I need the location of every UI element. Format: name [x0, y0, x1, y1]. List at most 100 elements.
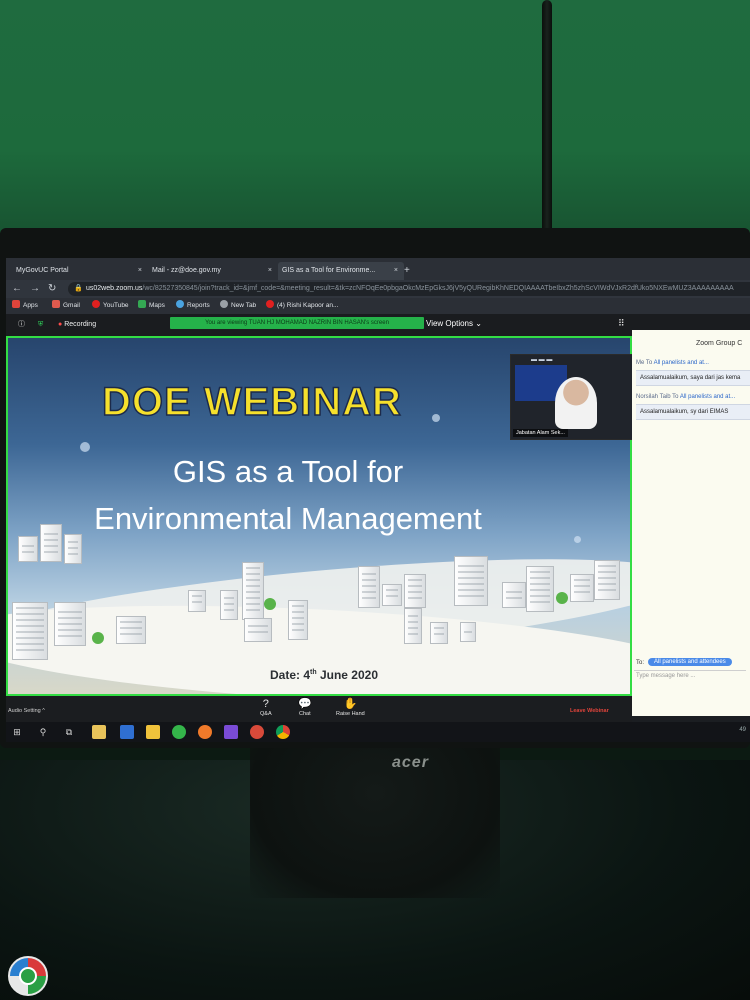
youtube-icon	[92, 300, 100, 308]
fullscreen-icon[interactable]: ⠿	[618, 318, 625, 329]
chrome-icon[interactable]	[276, 725, 290, 739]
tab-mygovuc[interactable]: MyGovUC Portal ×	[12, 262, 148, 280]
close-icon[interactable]: ×	[138, 262, 142, 280]
chat-message-input[interactable]: Type message here ...	[634, 670, 746, 710]
chat-button[interactable]: 💬 Chat	[298, 698, 312, 717]
maps-icon	[138, 300, 146, 308]
slide-date: Date: 4th June 2020	[270, 668, 378, 682]
building	[18, 536, 38, 562]
building	[570, 574, 594, 602]
zoom-controls-bar: Audio Setting ^ ? Q&A 💬 Chat ✋ Raise Han…	[6, 696, 632, 722]
building	[288, 600, 308, 640]
close-icon[interactable]: ×	[394, 262, 398, 280]
tree	[556, 592, 568, 604]
shield-icon[interactable]: ⛨	[38, 320, 43, 330]
qa-button[interactable]: ? Q&A	[260, 698, 272, 717]
app-icon[interactable]	[224, 725, 238, 739]
building	[404, 574, 426, 608]
building	[430, 622, 448, 644]
windows-start-icon[interactable]: ⊞	[10, 725, 24, 739]
chat-message: Assalamualaikum, saya dari jas kema	[636, 370, 750, 386]
building	[404, 608, 422, 644]
chat-panel: Zoom Group C Me To All panelists and at.…	[632, 330, 750, 716]
hand-icon: ✋	[343, 698, 358, 710]
presenter	[555, 377, 597, 429]
building	[358, 566, 380, 608]
building	[12, 602, 48, 660]
recipient-dropdown[interactable]: All panelists and attendees	[648, 658, 732, 666]
system-tray-clock: 49	[739, 727, 746, 733]
tab-label: MyGovUC Portal	[16, 267, 69, 274]
building	[54, 602, 86, 646]
bookmarks-bar: Apps Gmail YouTube Maps Reports New Tab …	[6, 298, 750, 314]
close-icon[interactable]: ×	[268, 262, 272, 280]
light-dot	[80, 442, 90, 452]
apps-icon	[12, 300, 20, 308]
lock-icon: 🔒	[74, 285, 83, 292]
monitor-cable	[542, 0, 552, 250]
bookmark-youtube-video[interactable]: (4) Rishi Kapoor an...	[266, 300, 338, 312]
building	[454, 556, 488, 606]
new-tab-button[interactable]: +	[404, 262, 410, 280]
slide-subtitle-line2: Environmental Management	[94, 501, 482, 536]
qa-icon: ?	[262, 698, 269, 710]
bookmark-new-tab[interactable]: New Tab	[220, 300, 256, 312]
info-icon[interactable]: ⓘ	[18, 320, 25, 330]
folder-icon[interactable]	[146, 725, 160, 739]
monitor-brand: acer	[392, 754, 429, 771]
building	[526, 566, 554, 612]
task-view-icon[interactable]: ⧉	[62, 725, 76, 739]
chat-title: Zoom Group C	[696, 340, 743, 347]
building	[40, 524, 62, 562]
tab-label: Mail - zz@doe.gov.my	[152, 267, 221, 274]
chat-message-header: Me To All panelists and at...	[636, 360, 709, 366]
reports-icon	[176, 300, 184, 308]
bookmark-maps[interactable]: Maps	[138, 300, 165, 312]
chat-icon: 💬	[298, 698, 312, 710]
watermark-logo	[8, 956, 48, 996]
forward-arrow-icon[interactable]: →	[30, 282, 40, 296]
tree	[92, 632, 104, 644]
building	[220, 590, 238, 620]
building	[244, 618, 272, 642]
search-icon[interactable]: ⚲	[36, 725, 50, 739]
raise-hand-button[interactable]: ✋ Raise Hand	[336, 698, 365, 717]
green-wall	[0, 0, 750, 250]
monitor-screen: MyGovUC Portal × Mail - zz@doe.gov.my × …	[6, 258, 750, 742]
app-icon[interactable]	[250, 725, 264, 739]
audio-setting-button[interactable]: Audio Setting ^	[8, 708, 45, 714]
tab-gis-webinar[interactable]: GIS as a Tool for Environme... ×	[278, 262, 404, 280]
address-bar[interactable]: 🔒 us02web.zoom.us/wc/82527350845/join?tr…	[68, 282, 750, 296]
presenter-video[interactable]: ▬ ▬ ▬ Jabatan Alam Sek...	[510, 354, 634, 440]
url-host: us02web.zoom.us	[86, 285, 143, 292]
back-arrow-icon[interactable]: ←	[12, 282, 22, 296]
bookmark-reports[interactable]: Reports	[176, 300, 210, 312]
whatsapp-icon[interactable]	[172, 725, 186, 739]
building	[594, 560, 620, 600]
bookmark-youtube[interactable]: YouTube	[92, 300, 129, 312]
bookmark-apps[interactable]: Apps	[12, 300, 38, 312]
reload-icon[interactable]: ↻	[48, 282, 56, 296]
building	[64, 534, 82, 564]
building	[382, 584, 402, 606]
file-explorer-icon[interactable]	[92, 725, 106, 739]
chat-message: Assalamualaikum, sy dari EIMAS	[636, 404, 750, 420]
building	[116, 616, 146, 644]
slide-title: DOE WEBINAR	[101, 379, 402, 425]
mail-icon[interactable]	[120, 725, 134, 739]
tree	[264, 598, 276, 610]
gmail-icon	[52, 300, 60, 308]
browser-toolbar: ← → ↻ 🔒 us02web.zoom.us/wc/82527350845/j…	[6, 280, 750, 298]
viewing-screen-banner: You are viewing TUAN HJ MOHAMAD NAZRIN B…	[170, 317, 424, 329]
browser-tab-bar: MyGovUC Portal × Mail - zz@doe.gov.my × …	[6, 258, 750, 280]
bookmark-gmail[interactable]: Gmail	[52, 300, 80, 312]
video-toolbar-icons: ▬ ▬ ▬	[531, 357, 553, 363]
building	[502, 582, 526, 608]
firefox-icon[interactable]	[198, 725, 212, 739]
leave-webinar-button[interactable]: Leave Webinar	[570, 708, 609, 714]
tab-mail[interactable]: Mail - zz@doe.gov.my ×	[148, 262, 278, 280]
building	[188, 590, 206, 612]
monitor-stand	[250, 748, 500, 898]
view-options-button[interactable]: View Options ⌄	[426, 319, 482, 328]
building	[460, 622, 476, 642]
